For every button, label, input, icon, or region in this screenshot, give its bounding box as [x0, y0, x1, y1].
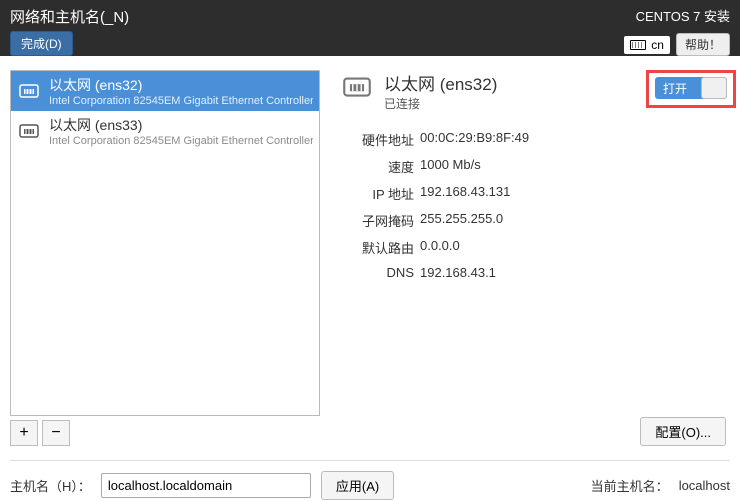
value-speed: 1000 Mb/s	[420, 157, 481, 176]
value-hw: 00:0C:29:B9:8F:49	[420, 130, 529, 149]
keyboard-layout-indicator[interactable]: cn	[624, 36, 670, 54]
interface-desc: Intel Corporation 82545EM Gigabit Ethern…	[49, 135, 313, 147]
ethernet-icon	[17, 119, 41, 143]
installer-title: CENTOS 7 安装	[636, 6, 730, 25]
apply-button[interactable]: 应用(A)	[321, 471, 394, 500]
main-content: 以太网 (ens32) Intel Corporation 82545EM Gi…	[0, 56, 740, 446]
current-hostname-value: localhost	[679, 478, 730, 493]
footer: 主机名（H）： 应用(A) 当前主机名： localhost	[0, 461, 740, 500]
label-mask: 子网掩码	[330, 211, 414, 230]
label-dns: DNS	[330, 265, 414, 280]
configure-button[interactable]: 配置(O)...	[640, 417, 726, 446]
label-hw: 硬件地址	[330, 130, 414, 149]
interface-item-ens33[interactable]: 以太网 (ens33) Intel Corporation 82545EM Gi…	[11, 111, 319, 151]
toggle-label: 打开	[655, 80, 687, 97]
connection-toggle[interactable]: 打开	[655, 77, 727, 99]
keyboard-icon	[630, 40, 646, 50]
connection-details: 硬件地址 00:0C:29:B9:8F:49 速度 1000 Mb/s IP 地址 1…	[330, 130, 730, 288]
interface-list-column: 以太网 (ens32) Intel Corporation 82545EM Gi…	[10, 70, 320, 446]
header: 网络和主机名(_N) 完成(D) CENTOS 7 安装 cn 帮助！	[0, 0, 740, 56]
ethernet-icon	[17, 79, 41, 103]
connection-title: 以太网 (ens32)	[384, 70, 497, 95]
interface-desc: Intel Corporation 82545EM Gigabit Ethern…	[49, 95, 313, 107]
keyboard-layout-label: cn	[651, 38, 664, 52]
done-button[interactable]: 完成(D)	[10, 31, 73, 56]
ethernet-icon	[340, 70, 374, 104]
current-hostname-label: 当前主机名：	[591, 476, 669, 495]
label-speed: 速度	[330, 157, 414, 176]
add-interface-button[interactable]: +	[10, 420, 38, 446]
value-mask: 255.255.255.0	[420, 211, 503, 230]
interface-name: 以太网 (ens33)	[49, 115, 313, 135]
page-title: 网络和主机名(_N)	[10, 6, 624, 27]
connection-status: 已连接	[384, 95, 497, 112]
interface-list: 以太网 (ens32) Intel Corporation 82545EM Gi…	[10, 70, 320, 416]
label-route: 默认路由	[330, 238, 414, 257]
interface-item-ens32[interactable]: 以太网 (ens32) Intel Corporation 82545EM Gi…	[11, 71, 319, 111]
interface-details-column: 以太网 (ens32) 已连接 打开 硬件地址 00:0C:29:B9:8F:49…	[330, 70, 730, 446]
label-ip: IP 地址	[330, 184, 414, 203]
help-button[interactable]: 帮助！	[676, 33, 730, 56]
value-route: 0.0.0.0	[420, 238, 460, 257]
value-dns: 192.168.43.1	[420, 265, 496, 280]
list-buttons: + −	[10, 420, 320, 446]
hostname-input[interactable]	[101, 473, 311, 498]
highlight-box: 打开	[646, 70, 736, 108]
toggle-knob	[701, 77, 727, 99]
value-ip: 192.168.43.131	[420, 184, 510, 203]
hostname-label: 主机名（H）：	[10, 476, 91, 495]
remove-interface-button[interactable]: −	[42, 420, 70, 446]
interface-name: 以太网 (ens32)	[49, 75, 313, 95]
